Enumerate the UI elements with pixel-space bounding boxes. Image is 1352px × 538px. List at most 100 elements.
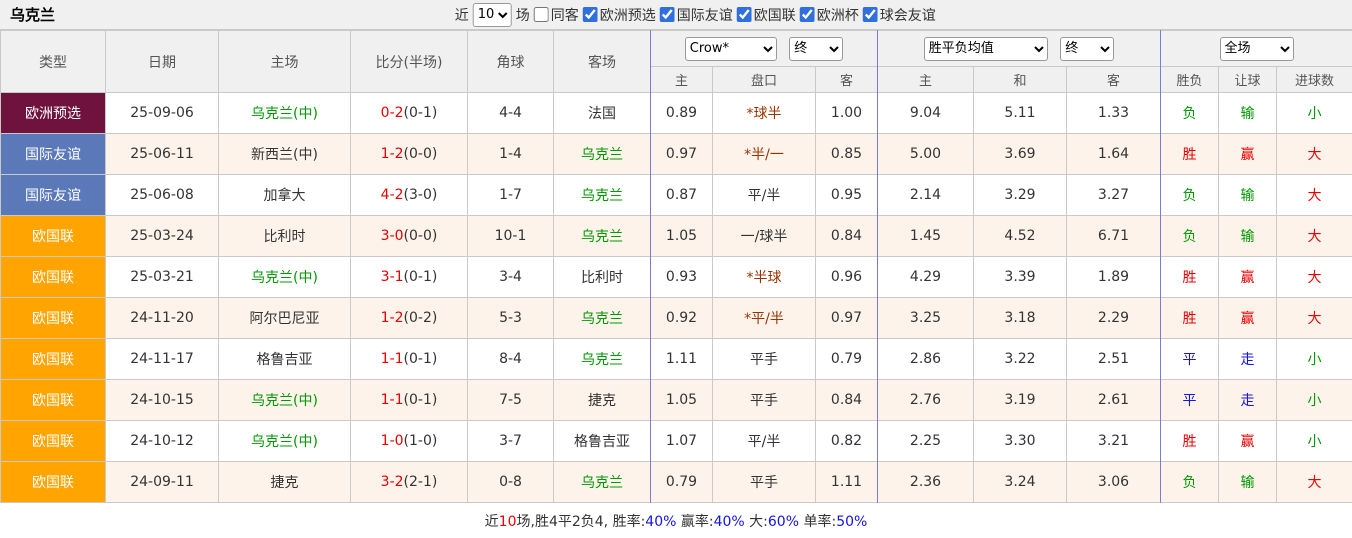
score-cell: 0-2(0-1) bbox=[351, 93, 468, 134]
league-filter[interactable]: 欧洲杯 bbox=[800, 5, 859, 25]
handicap-cell: 平手 bbox=[713, 462, 816, 503]
goals-result-cell: 小 bbox=[1277, 421, 1352, 462]
full-score: 3-0 bbox=[381, 228, 404, 244]
subcol-odds-home: 主 bbox=[651, 67, 713, 93]
summary-part: 40% bbox=[714, 514, 745, 530]
avg-draw-cell: 3.30 bbox=[974, 421, 1067, 462]
score-cell: 3-0(0-0) bbox=[351, 216, 468, 257]
col-header-corner: 角球 bbox=[468, 31, 554, 93]
scope-select[interactable]: 全场 bbox=[1220, 37, 1294, 61]
goals-result-cell: 小 bbox=[1277, 93, 1352, 134]
league-filter[interactable]: 欧洲预选 bbox=[583, 5, 656, 25]
league-filter-group: 欧洲预选国际友谊欧国联欧洲杯 球会友谊 bbox=[583, 5, 936, 25]
goals-result-cell: 大 bbox=[1277, 257, 1352, 298]
avg-type-select[interactable]: 胜平负均值 bbox=[924, 37, 1048, 61]
table-row: 欧国联24-10-15乌克兰(中)1-1(0-1)7-5捷克1.05平手0.84… bbox=[1, 380, 1352, 421]
home-team-cell: 捷克 bbox=[219, 462, 351, 503]
avg-home-cell: 5.00 bbox=[878, 134, 974, 175]
match-date-cell: 24-10-15 bbox=[106, 380, 219, 421]
league-filter[interactable]: 国际友谊 bbox=[660, 5, 733, 25]
away-odds-cell: 0.95 bbox=[816, 175, 878, 216]
avg-away-cell: 1.33 bbox=[1067, 93, 1161, 134]
league-filter[interactable]: 球会友谊 bbox=[863, 5, 936, 25]
goals-result-cell: 大 bbox=[1277, 462, 1352, 503]
result-cell: 负 bbox=[1161, 216, 1219, 257]
handicap-result-cell: 赢 bbox=[1219, 257, 1277, 298]
corner-cell: 7-5 bbox=[468, 380, 554, 421]
match-type-cell: 欧国联 bbox=[1, 339, 106, 380]
score-cell: 1-2(0-2) bbox=[351, 298, 468, 339]
league-filter-label: 球会友谊 bbox=[880, 5, 936, 25]
handicap-cell: 平/半 bbox=[713, 421, 816, 462]
col-header-score: 比分(半场) bbox=[351, 31, 468, 93]
handicap-cell: 平/半 bbox=[713, 175, 816, 216]
same-filter-checkbox[interactable] bbox=[534, 7, 549, 22]
home-team-cell: 新西兰(中) bbox=[219, 134, 351, 175]
avg-time-select[interactable]: 终 bbox=[1060, 37, 1114, 61]
table-row: 国际友谊25-06-11新西兰(中)1-2(0-0)1-4乌克兰0.97*半/一… bbox=[1, 134, 1352, 175]
half-score: (0-1) bbox=[404, 105, 438, 121]
half-score: (2-1) bbox=[404, 474, 438, 490]
full-score: 1-2 bbox=[381, 310, 404, 326]
summary-part: 大: bbox=[745, 514, 768, 530]
handicap-cell: *半/一 bbox=[713, 134, 816, 175]
league-filter-checkbox[interactable] bbox=[737, 7, 752, 22]
odds-company-select[interactable]: Crow* bbox=[685, 37, 777, 61]
league-filter-checkbox[interactable] bbox=[660, 7, 675, 22]
league-filter-checkbox[interactable] bbox=[863, 7, 878, 22]
avg-draw-cell: 3.19 bbox=[974, 380, 1067, 421]
header-group-row: 类型 日期 主场 比分(半场) 角球 客场 Crow* 终 胜平负均值 终 bbox=[1, 31, 1352, 67]
goals-result-cell: 大 bbox=[1277, 216, 1352, 257]
table-row: 欧国联25-03-21乌克兰(中)3-1(0-1)3-4比利时0.93*半球0.… bbox=[1, 257, 1352, 298]
half-score: (3-0) bbox=[404, 187, 438, 203]
full-score: 3-2 bbox=[381, 474, 404, 490]
away-odds-cell: 0.84 bbox=[816, 380, 878, 421]
match-type-cell: 欧洲预选 bbox=[1, 93, 106, 134]
table-row: 欧洲预选25-09-06乌克兰(中)0-2(0-1)4-4法国0.89*球半1.… bbox=[1, 93, 1352, 134]
subcol-result: 胜负 bbox=[1161, 67, 1219, 93]
away-team-cell: 法国 bbox=[554, 93, 651, 134]
near-label: 近 bbox=[455, 5, 469, 25]
avg-away-cell: 3.27 bbox=[1067, 175, 1161, 216]
away-team-cell: 格鲁吉亚 bbox=[554, 421, 651, 462]
odds-time-select[interactable]: 终 bbox=[789, 37, 843, 61]
full-score: 1-0 bbox=[381, 433, 404, 449]
match-type-cell: 欧国联 bbox=[1, 380, 106, 421]
result-cell: 平 bbox=[1161, 339, 1219, 380]
league-filter-checkbox[interactable] bbox=[583, 7, 598, 22]
top-bar: 乌克兰 近 10 场 同客 欧洲预选国际友谊欧国联欧洲杯球会友谊 bbox=[0, 0, 1352, 30]
home-team-cell: 阿尔巴尼亚 bbox=[219, 298, 351, 339]
avg-away-cell: 2.61 bbox=[1067, 380, 1161, 421]
avg-away-cell: 6.71 bbox=[1067, 216, 1161, 257]
full-score: 1-1 bbox=[381, 351, 404, 367]
score-cell: 4-2(3-0) bbox=[351, 175, 468, 216]
league-filter-checkbox[interactable] bbox=[800, 7, 815, 22]
same-filter-label: 同客 bbox=[551, 5, 579, 25]
games-label: 场 bbox=[516, 5, 530, 25]
handicap-result-cell: 输 bbox=[1219, 175, 1277, 216]
summary-part: 近 bbox=[485, 514, 499, 530]
corner-cell: 8-4 bbox=[468, 339, 554, 380]
home-odds-cell: 1.11 bbox=[651, 339, 713, 380]
result-cell: 胜 bbox=[1161, 257, 1219, 298]
table-row: 欧国联24-11-17格鲁吉亚1-1(0-1)8-4乌克兰1.11平手0.792… bbox=[1, 339, 1352, 380]
full-score: 3-1 bbox=[381, 269, 404, 285]
match-date-cell: 25-03-24 bbox=[106, 216, 219, 257]
corner-cell: 5-3 bbox=[468, 298, 554, 339]
home-odds-cell: 0.87 bbox=[651, 175, 713, 216]
result-cell: 负 bbox=[1161, 93, 1219, 134]
same-filter[interactable]: 同客 bbox=[534, 5, 579, 25]
league-filter[interactable]: 欧国联 bbox=[737, 5, 796, 25]
goals-result-cell: 大 bbox=[1277, 175, 1352, 216]
home-team-cell: 乌克兰(中) bbox=[219, 257, 351, 298]
col-header-type: 类型 bbox=[1, 31, 106, 93]
recent-count-select[interactable]: 10 bbox=[473, 3, 512, 27]
subcol-avg-draw: 和 bbox=[974, 67, 1067, 93]
table-row: 欧国联24-09-11捷克3-2(2-1)0-8乌克兰0.79平手1.112.3… bbox=[1, 462, 1352, 503]
home-team-cell: 加拿大 bbox=[219, 175, 351, 216]
half-score: (0-1) bbox=[404, 351, 438, 367]
corner-cell: 1-4 bbox=[468, 134, 554, 175]
away-odds-cell: 1.00 bbox=[816, 93, 878, 134]
away-team-cell: 乌克兰 bbox=[554, 462, 651, 503]
avg-home-cell: 4.29 bbox=[878, 257, 974, 298]
